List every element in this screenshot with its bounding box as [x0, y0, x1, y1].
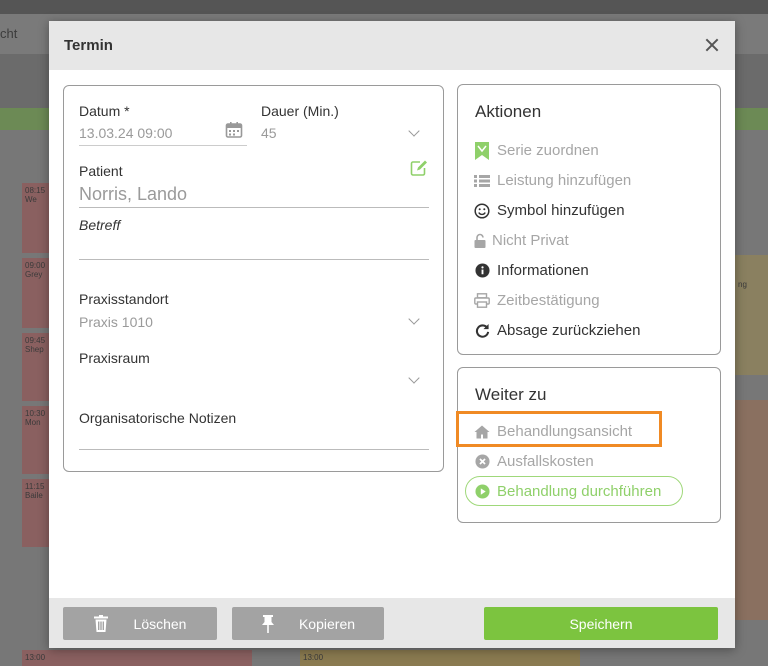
patient-input[interactable]: Norris, Lando — [79, 184, 187, 205]
symbol-hinzufuegen-link[interactable]: Symbol hinzufügen — [474, 202, 625, 219]
ausfallskosten-link[interactable]: Ausfallskosten — [474, 453, 594, 470]
info-icon — [474, 263, 490, 279]
leistung-hinzufuegen-label: Leistung hinzufügen — [497, 172, 632, 189]
dialog-header: Termin — [49, 21, 735, 70]
datum-underline — [79, 145, 247, 146]
patient-label: Patient — [79, 163, 123, 179]
serie-zuordnen-link[interactable]: Serie zuordnen — [474, 141, 599, 160]
dialog-footer: Löschen Kopieren Speichern — [49, 598, 735, 648]
patient-underline — [79, 207, 429, 208]
copy-label: Kopieren — [298, 615, 356, 632]
informationen-link[interactable]: Informationen — [474, 262, 589, 279]
delete-button[interactable]: Löschen — [63, 607, 217, 640]
betreff-underline — [79, 259, 429, 260]
save-button[interactable]: Speichern — [484, 607, 718, 640]
save-label: Speichern — [569, 615, 633, 632]
aktionen-panel: Aktionen Serie zuordnen Leistung hinzufü… — [457, 84, 721, 355]
notizen-input[interactable] — [79, 449, 429, 450]
behandlung-durchfuehren-outline — [465, 476, 683, 506]
bookmark-icon — [474, 141, 490, 160]
chevron-down-icon[interactable] — [408, 372, 420, 384]
informationen-label: Informationen — [497, 262, 589, 279]
dauer-label: Dauer (Min.) — [261, 103, 339, 119]
dauer-select[interactable]: 45 — [261, 125, 277, 141]
notizen-label: Organisatorische Notizen — [79, 410, 237, 426]
serie-zuordnen-label: Serie zuordnen — [497, 142, 599, 159]
close-icon[interactable] — [701, 34, 723, 56]
dialog-title: Termin — [64, 37, 113, 54]
praxisstandort-select[interactable]: Praxis 1010 — [79, 314, 153, 330]
chevron-down-icon[interactable] — [408, 125, 420, 137]
leistung-hinzufuegen-link[interactable]: Leistung hinzufügen — [474, 172, 631, 189]
zeitbestaetigung-link[interactable]: Zeitbestätigung — [474, 292, 600, 309]
nicht-privat-label: Nicht Privat — [492, 232, 569, 249]
aktionen-title: Aktionen — [475, 102, 542, 121]
highlight-box — [456, 411, 662, 447]
absage-zurueckziehen-link[interactable]: Absage zurückziehen — [474, 322, 640, 339]
refresh-icon — [474, 323, 490, 339]
symbol-hinzufuegen-label: Symbol hinzufügen — [497, 202, 625, 219]
ausfallskosten-label: Ausfallskosten — [497, 453, 594, 470]
zeitbestaetigung-label: Zeitbestätigung — [497, 292, 600, 309]
smiley-icon — [474, 202, 490, 219]
praxisstandort-label: Praxisstandort — [79, 291, 169, 307]
edit-icon[interactable] — [410, 160, 428, 176]
trash-icon — [93, 615, 108, 632]
copy-button[interactable]: Kopieren — [232, 607, 384, 640]
chevron-down-icon[interactable] — [408, 313, 420, 325]
printer-icon — [474, 293, 490, 309]
nicht-privat-link[interactable]: Nicht Privat — [474, 232, 569, 249]
absage-zurueckziehen-label: Absage zurückziehen — [497, 322, 641, 339]
list-icon — [474, 173, 490, 189]
datum-input[interactable]: 13.03.24 09:00 — [79, 125, 172, 141]
weiter-zu-title: Weiter zu — [475, 385, 547, 404]
termin-dialog: Termin Datum * 13.03.24 09:00 Dauer (Min… — [49, 21, 735, 648]
appointment-form: Datum * 13.03.24 09:00 Dauer (Min.) 45 P… — [63, 85, 444, 472]
pin-icon — [261, 614, 274, 633]
x-circle-icon — [474, 454, 490, 470]
datum-label: Datum * — [79, 103, 130, 119]
calendar-icon[interactable] — [225, 121, 243, 139]
praxisraum-label: Praxisraum — [79, 350, 150, 366]
delete-label: Löschen — [133, 615, 187, 632]
betreff-input[interactable]: Betreff — [79, 217, 120, 233]
unlock-icon — [474, 233, 486, 249]
